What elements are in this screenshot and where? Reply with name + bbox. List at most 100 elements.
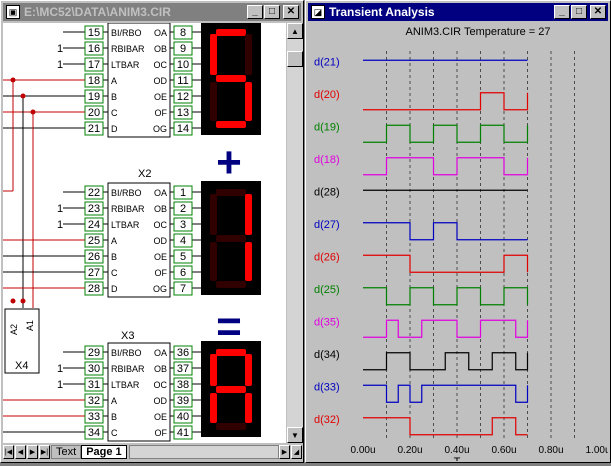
- pin-label: A: [111, 396, 117, 406]
- input-node-label: 30: [88, 363, 100, 375]
- plot-area[interactable]: ANIM3.CIR Temperature = 27 d(21) d(20) d(19…: [308, 23, 611, 466]
- scroll-up-icon[interactable]: ▲: [287, 23, 303, 39]
- minimize-icon[interactable]: _: [247, 5, 263, 19]
- junction-dot: [20, 93, 26, 99]
- series-label: d(18): [314, 154, 340, 166]
- trace-d(27): [363, 222, 528, 241]
- pin-label: OF: [155, 268, 168, 278]
- input-node-label: 22: [88, 187, 100, 199]
- x2-label: X2: [138, 168, 151, 180]
- output-node-label: 13: [177, 107, 189, 119]
- next-page-icon[interactable]: ▶: [27, 445, 38, 459]
- input-node-label: 23: [88, 203, 100, 215]
- pin-label: OE: [154, 412, 167, 422]
- x-tick-label: 1.00u: [585, 445, 608, 456]
- decoder-top[interactable]: 15 BI/RBO OA 8 16 RBIBAR OB 9 1 17 LTBAR OC 10 1 18 A OD…: [57, 23, 261, 138]
- input-node-label: 18: [88, 75, 100, 87]
- pin-label: OB: [154, 204, 167, 214]
- pin-label: OD: [154, 396, 168, 406]
- schematic-titlebar[interactable]: ▣ E:\MC52\DATA\ANIM3.CIR _ □ ✕: [3, 3, 301, 21]
- pin-label: B: [111, 92, 117, 102]
- input-node-label: 26: [88, 251, 100, 263]
- scroll-thumb[interactable]: [287, 51, 303, 67]
- output-node-label: 3: [180, 219, 186, 231]
- junction-dot: [20, 298, 26, 304]
- segment-g: [216, 386, 246, 393]
- chart-app-icon[interactable]: ◪: [311, 5, 325, 19]
- schematic-drawing[interactable]: 15 BI/RBO OA 816 RBIBAR OB 9117 LTBAR OC 10118 A OD…: [3, 23, 286, 443]
- input-node-label: 17: [88, 59, 100, 71]
- segment-g: [216, 75, 246, 82]
- trace-d(32): [363, 417, 528, 436]
- series-label: d(26): [314, 251, 340, 263]
- segment-d: [216, 281, 246, 288]
- schematic-canvas[interactable]: 15 BI/RBO OA 8 16 RBIBAR OB 9 1 17 LTBAR OC 10 1 18 A OD…: [3, 23, 286, 443]
- segment-b: [245, 194, 252, 235]
- prev-page-icon[interactable]: ◀: [15, 445, 26, 459]
- scroll-down-icon[interactable]: ▼: [287, 427, 303, 443]
- pin-label: B: [111, 252, 117, 262]
- segment-c: [245, 82, 252, 121]
- x-axis-label: T: [454, 456, 461, 461]
- input-node-label: 28: [88, 283, 100, 295]
- close-icon[interactable]: ✕: [590, 5, 606, 19]
- first-page-icon[interactable]: |◀: [3, 445, 14, 459]
- transient-plot[interactable]: ANIM3.CIR Temperature = 27 d(21) d(20) d(19…: [308, 23, 611, 466]
- bias-label: 1: [57, 379, 63, 391]
- input-node-label: 25: [88, 235, 100, 247]
- input-node-label: 21: [88, 123, 100, 135]
- app-icon[interactable]: ▣: [6, 5, 20, 19]
- pin-label: OD: [154, 76, 168, 86]
- decoder-bot[interactable]: 29 BI/RBO OA 36 30 RBIBAR OB 37 1 31 LTBAR OC 38 1 32 A…: [57, 341, 261, 442]
- maximize-icon[interactable]: □: [264, 5, 280, 19]
- a2-label: A2: [9, 324, 19, 335]
- series-label: d(34): [314, 349, 340, 361]
- resize-grip-icon: ◢: [291, 445, 302, 459]
- segment-a: [216, 29, 246, 36]
- series-label: d(21): [314, 56, 340, 68]
- pin-label: OA: [154, 188, 167, 198]
- output-node-label: 14: [177, 123, 189, 135]
- output-node-label: 4: [180, 235, 186, 247]
- series-label: d(33): [314, 381, 340, 393]
- output-node-label: 5: [180, 251, 186, 263]
- analysis-titlebar[interactable]: ◪ Transient Analysis _ □ ✕: [308, 3, 608, 21]
- trace-d(33): [363, 384, 529, 403]
- decoder-mid[interactable]: 22 BI/RBO OA 1 23 RBIBAR OB 2 1 24 LTBAR OC 3 1 25 A OD 4…: [57, 181, 261, 298]
- segment-d: [216, 423, 246, 430]
- horizontal-scrollbar[interactable]: [128, 445, 279, 459]
- x-tick-label: 0.00u: [350, 445, 375, 456]
- x-tick-label: 0.20u: [397, 445, 422, 456]
- bias-label: 1: [57, 363, 63, 375]
- junction-dot: [10, 298, 16, 304]
- series-label: d(32): [314, 414, 340, 426]
- trace-d(35): [363, 319, 529, 338]
- pin-label: RBIBAR: [111, 204, 145, 214]
- pin-label: BI/RBO: [111, 188, 142, 198]
- series-label: d(35): [314, 316, 340, 328]
- pin-label: A: [111, 236, 117, 246]
- input-node-label: 33: [88, 411, 100, 423]
- tab-text[interactable]: Text: [51, 445, 82, 459]
- maximize-icon[interactable]: □: [571, 5, 587, 19]
- pin-label: RBIBAR: [111, 364, 145, 374]
- output-node-label: 6: [180, 267, 186, 279]
- segment-f: [210, 354, 217, 386]
- input-node-label: 32: [88, 395, 100, 407]
- segment-g: [216, 235, 246, 242]
- input-node-label: 16: [88, 43, 100, 55]
- last-page-icon[interactable]: ▶|: [39, 445, 50, 459]
- minimize-icon[interactable]: _: [554, 5, 570, 19]
- scroll-right-icon[interactable]: ▶: [279, 445, 290, 459]
- output-node-label: 7: [180, 283, 186, 295]
- pin-label: LTBAR: [111, 380, 140, 390]
- tab-page-1[interactable]: Page 1: [81, 445, 127, 459]
- output-node-label: 2: [180, 203, 186, 215]
- bias-label: 1: [57, 219, 63, 231]
- output-node-label: 8: [180, 27, 186, 39]
- output-node-label: 38: [177, 379, 189, 391]
- x4-label: X4: [15, 360, 28, 372]
- segment-c: [245, 242, 252, 281]
- close-icon[interactable]: ✕: [283, 5, 299, 19]
- schematic-vscroll[interactable]: ▲ ▼: [287, 23, 303, 443]
